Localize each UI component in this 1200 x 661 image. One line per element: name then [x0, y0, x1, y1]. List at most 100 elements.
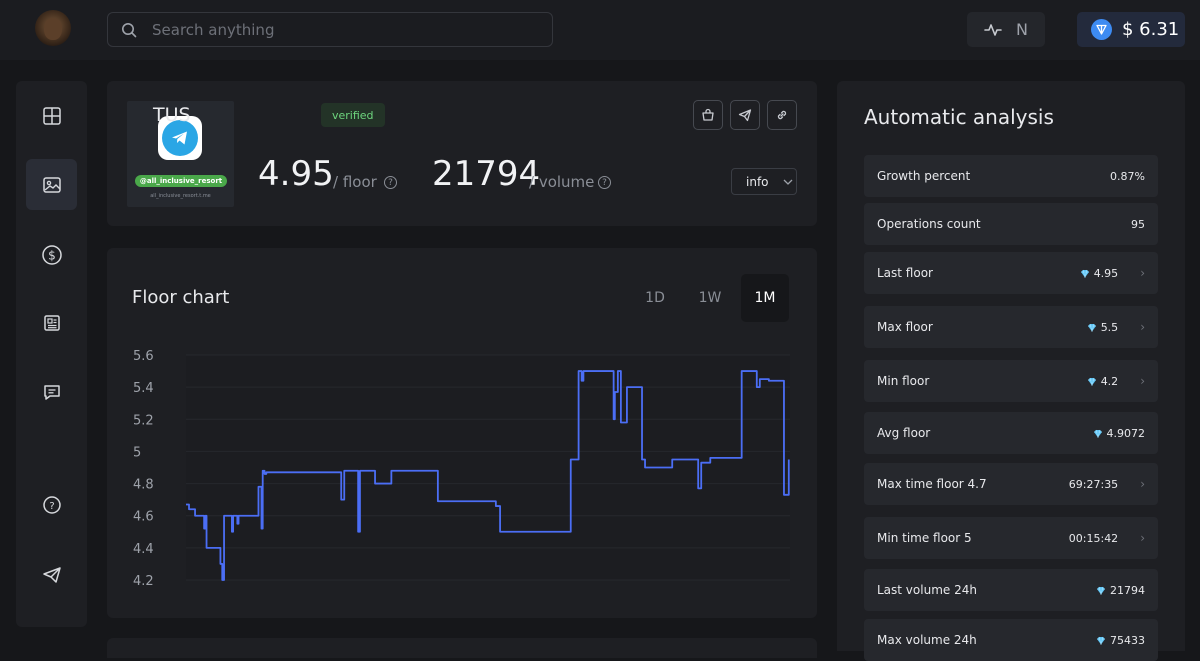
grid-icon	[42, 106, 61, 125]
collection-tag-sub: all_inclusive_resort.t.me	[150, 193, 211, 199]
secondary-card	[107, 638, 817, 658]
activity-icon	[984, 23, 1002, 36]
analysis-row-value-wrap: 4.9072	[1093, 426, 1146, 440]
floor-value: 4.95	[258, 154, 334, 194]
volume-value: 21794	[432, 154, 541, 194]
range-1w-button[interactable]: 1W	[686, 274, 734, 322]
svg-text:$: $	[48, 248, 56, 262]
analysis-row-value: 0.87%	[1110, 169, 1145, 183]
search-box[interactable]	[107, 12, 553, 47]
diamond-icon	[1087, 377, 1096, 386]
chart-y-tick-label: 5.4	[133, 381, 154, 396]
analysis-row-value: 4.95	[1093, 266, 1119, 280]
analysis-title: Automatic analysis	[864, 105, 1054, 129]
svg-text:?: ?	[49, 501, 54, 512]
floor-chart: 5.6 5.4 5.2 5 4.8 4.6 4.4 4.2	[133, 349, 790, 589]
chevron-down-icon	[783, 179, 792, 185]
collection-tag: @all_inclusive_resort	[135, 175, 227, 187]
analysis-row-value: 69:27:35	[1068, 477, 1119, 491]
chart-plot-area	[186, 355, 790, 580]
analysis-row: Growth percent 0.87%	[864, 155, 1158, 197]
floor-label: / floor	[333, 173, 377, 191]
range-1d-button[interactable]: 1D	[631, 274, 679, 322]
chart-y-tick-label: 4.6	[133, 510, 154, 525]
verified-badge: verified	[321, 103, 385, 127]
analysis-row[interactable]: Min floor 4.2 ›	[864, 360, 1158, 402]
analysis-row-label: Last volume 24h	[877, 583, 977, 597]
analysis-row-label: Max time floor 4.7	[877, 477, 987, 491]
market-button[interactable]	[693, 100, 723, 130]
link-icon	[777, 110, 787, 120]
analysis-row-label: Growth percent	[877, 169, 971, 183]
diamond-icon	[1087, 323, 1096, 332]
analysis-row-value-wrap: 69:27:35	[1069, 478, 1118, 491]
sidebar: $ ?	[16, 81, 87, 627]
analysis-row-value: 4.2	[1100, 374, 1119, 388]
chart-y-tick-label: 5.6	[133, 349, 154, 364]
analysis-row-value-wrap: 00:15:42	[1069, 532, 1118, 545]
search-input[interactable]	[150, 19, 530, 41]
help-icon: ?	[42, 495, 61, 514]
send-icon	[738, 109, 752, 122]
analysis-row-value: 21794	[1110, 583, 1145, 597]
info-select[interactable]: info	[731, 168, 797, 195]
network-button[interactable]: N	[967, 12, 1045, 47]
network-label: N	[1016, 20, 1028, 39]
telegram-icon	[42, 566, 61, 583]
analysis-row-label: Min time floor 5	[877, 531, 972, 545]
chevron-right-icon: ›	[1140, 266, 1145, 280]
volume-help-icon[interactable]: ?	[598, 176, 611, 189]
analysis-row-value-wrap: 95	[1131, 218, 1145, 231]
analysis-row-label: Avg floor	[877, 426, 931, 440]
sidebar-item-telegram[interactable]	[26, 549, 77, 600]
analysis-row-value-wrap: 5.5	[1087, 320, 1119, 334]
analysis-row[interactable]: Max floor 5.5 ›	[864, 306, 1158, 348]
diamond-icon	[1080, 269, 1089, 278]
sidebar-item-finance[interactable]: $	[26, 229, 77, 280]
analysis-row-value-wrap: 75433	[1096, 634, 1145, 647]
chat-icon	[43, 384, 60, 400]
analysis-row-value-wrap: 0.87%	[1110, 170, 1145, 183]
analysis-row-label: Max volume 24h	[877, 633, 977, 647]
analysis-row-value: 4.9072	[1106, 426, 1146, 440]
newspaper-icon	[43, 314, 60, 331]
search-icon	[122, 23, 137, 38]
analysis-row-label: Min floor	[877, 374, 930, 388]
share-telegram-button[interactable]	[730, 100, 760, 130]
avatar[interactable]	[35, 10, 71, 46]
chevron-right-icon: ›	[1140, 477, 1145, 491]
sidebar-item-help[interactable]: ?	[26, 479, 77, 530]
chevron-right-icon: ›	[1140, 531, 1145, 545]
analysis-row[interactable]: Last floor 4.95 ›	[864, 252, 1158, 294]
chevron-right-icon: ›	[1140, 374, 1145, 388]
analysis-row-value-wrap: 21794	[1096, 584, 1145, 597]
floor-help-icon[interactable]: ?	[384, 176, 397, 189]
link-button[interactable]	[767, 100, 797, 130]
chart-y-tick-label: 4.4	[133, 542, 154, 557]
analysis-row[interactable]: Min time floor 5 00:15:42 ›	[864, 517, 1158, 559]
diamond-icon	[1097, 636, 1105, 645]
shop-icon	[702, 108, 714, 121]
range-1m-button[interactable]: 1M	[741, 274, 789, 322]
analysis-row: Last volume 24h 21794	[864, 569, 1158, 611]
analysis-row-value: 75433	[1110, 633, 1145, 647]
collection-title: TUS	[153, 104, 191, 126]
analysis-row-label: Max floor	[877, 320, 933, 334]
analysis-row[interactable]: Max time floor 4.7 69:27:35 ›	[864, 463, 1158, 505]
analysis-row-value-wrap: 4.2	[1087, 374, 1119, 388]
sidebar-item-dashboard[interactable]	[26, 90, 77, 141]
chevron-right-icon: ›	[1140, 320, 1145, 334]
analysis-row-label: Last floor	[877, 266, 933, 280]
sidebar-item-chat[interactable]	[26, 366, 77, 417]
dollar-icon: $	[41, 244, 62, 265]
balance-value: $ 6.31	[1122, 19, 1180, 40]
analysis-row-label: Operations count	[877, 217, 981, 231]
analysis-row-value: 5.5	[1100, 320, 1119, 334]
top-bar: N $ 6.31	[0, 0, 1200, 60]
diamond-icon	[1093, 429, 1102, 438]
balance-button[interactable]: $ 6.31	[1077, 12, 1185, 47]
sidebar-item-gallery[interactable]	[26, 159, 77, 210]
ton-icon	[1091, 19, 1112, 40]
sidebar-item-news[interactable]	[26, 297, 77, 348]
analysis-row-value: 00:15:42	[1068, 531, 1119, 545]
